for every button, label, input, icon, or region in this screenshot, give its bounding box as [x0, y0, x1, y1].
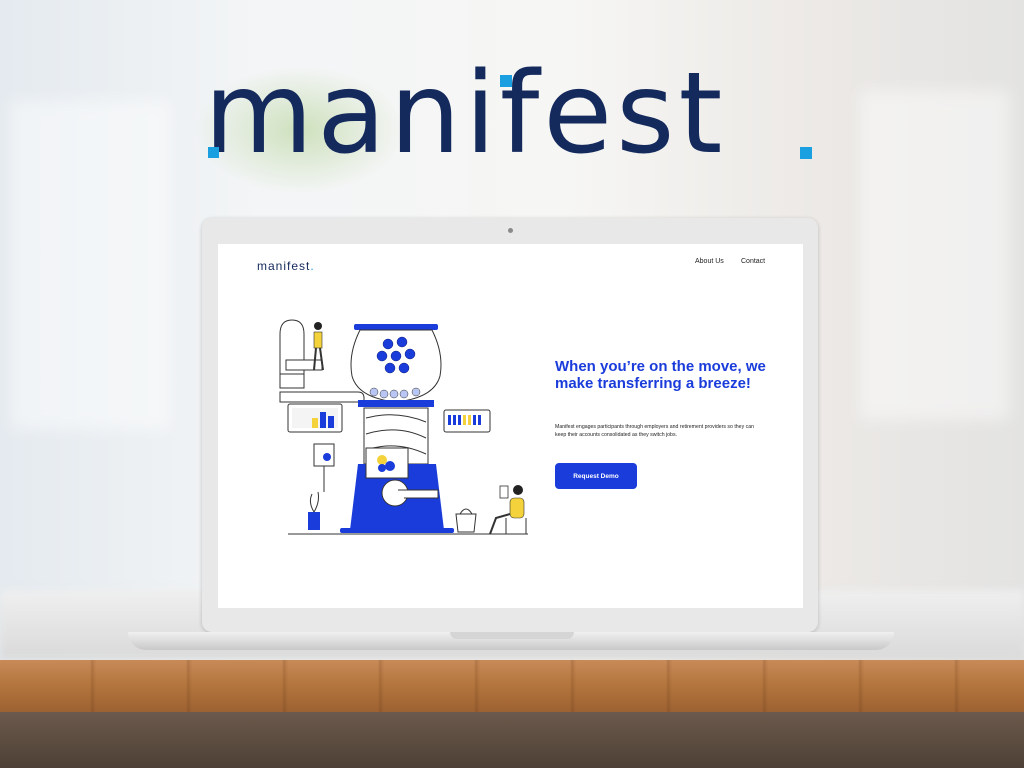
wood-grain: [0, 660, 1024, 712]
site-logo[interactable]: manifest.: [257, 259, 315, 273]
nav-about-us[interactable]: About Us: [695, 258, 724, 265]
hero-title: When you’re on the move, we make transfe…: [555, 358, 766, 392]
request-demo-button[interactable]: Request Demo: [555, 463, 637, 489]
hero-description: Manifest engages participants through em…: [555, 424, 754, 438]
brand-dot-top: [500, 75, 512, 87]
laptop-screen: manifest. About Us Contact When you’re o…: [218, 244, 803, 608]
site-logo-dot: .: [310, 259, 315, 273]
brand-wordmark: manifest: [204, 49, 727, 179]
table-edge: [0, 712, 1024, 768]
nav-contact[interactable]: Contact: [741, 258, 765, 265]
brand-dot-period: [800, 147, 812, 159]
gumball-machine-illustration: [279, 319, 528, 535]
site-logo-text: manifest: [257, 259, 311, 273]
camera-icon: [508, 228, 513, 233]
laptop-notch: [450, 632, 574, 639]
brand-dot-left: [208, 147, 219, 158]
